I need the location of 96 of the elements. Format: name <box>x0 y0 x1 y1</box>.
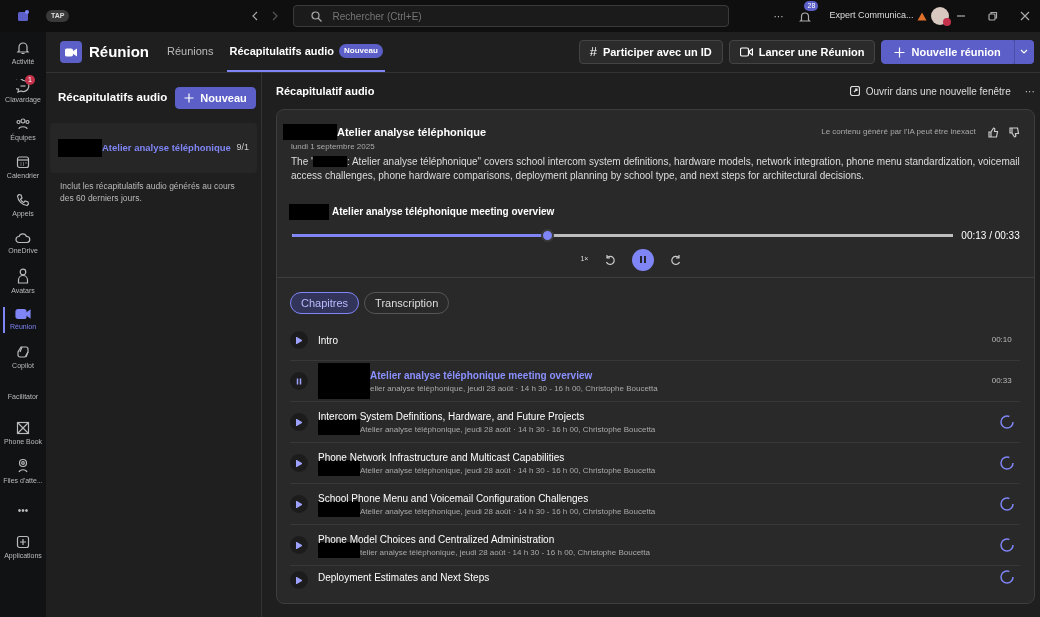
play-button[interactable] <box>290 536 308 554</box>
new-meeting-button[interactable]: Nouvelle réunion <box>881 40 1014 64</box>
chevron-down-icon <box>1019 49 1028 55</box>
retention-note: Inclut les récapitulatifs audio générés au cours des 60 derniers jours. <box>59 180 236 205</box>
pause-icon <box>296 377 302 385</box>
playback-time: 00:13 / 00:33 <box>961 228 1020 243</box>
app-title: Réunion <box>89 41 149 62</box>
play-button[interactable] <box>290 571 308 589</box>
redaction-block <box>289 203 329 220</box>
avatar[interactable] <box>930 7 949 25</box>
content-tab[interactable]: Chapitres <box>290 292 360 314</box>
people-icon <box>16 116 30 131</box>
chat-icon <box>16 78 30 93</box>
header-tab[interactable]: Récapitulatifs audio Nouveau <box>227 32 385 72</box>
bell-icon <box>16 40 30 55</box>
summary-text: access challenges, phone hardware comparisons, deployment planning by school type, and next steps for architectural decisions. <box>291 169 866 183</box>
chapter-title[interactable]: Phone Network Infrastructure and Multicast Capabilities <box>318 449 656 465</box>
chapter-title[interactable]: Phone Model Choices and Centralized Administration <box>318 531 650 547</box>
add-app-icon <box>16 534 30 549</box>
panel-title: Récapitulatifs audio <box>58 90 168 106</box>
play-button[interactable] <box>290 331 308 349</box>
video-camera-icon <box>65 47 77 57</box>
notification-bell-icon <box>799 10 812 23</box>
video-camera-icon <box>739 47 753 57</box>
chapter-title[interactable]: Intro <box>318 332 338 348</box>
recap-list-item[interactable]: Atelier analyse téléphonique 9/1 <box>50 123 257 173</box>
summary-text: : Atelier analyse téléphonique" covers school intercom system definitions, hardware models, network integration, phone menu standardization, voicemail <box>346 154 1020 169</box>
forward-button[interactable] <box>670 253 683 266</box>
queue-icon <box>16 457 30 474</box>
chapter-subtitle: Atelier analyse téléphonique, jeudi 28 août · 14 h 30 - 16 h 00, Christophe Boucetta <box>360 505 656 518</box>
thumbs-down-icon <box>1008 126 1020 138</box>
play-button[interactable] <box>290 495 308 513</box>
restore-icon <box>988 11 998 21</box>
play-icon <box>296 500 302 508</box>
hash-icon: # <box>589 42 597 62</box>
track-title: Atelier analyse téléphonique meeting overview <box>332 205 555 219</box>
chapter-duration: 00:33 <box>991 375 1012 387</box>
chapter-title[interactable]: School Phone Menu and Voicemail Configuration Challenges <box>318 490 656 506</box>
chapter-subtitle: Atelier analyse téléphonique, jeudi 28 août · 14 h 30 - 16 h 00, Christophe Boucetta <box>360 423 656 436</box>
phone-icon <box>16 192 30 207</box>
dropdown-button[interactable] <box>1013 40 1034 64</box>
chapter-subtitle: telier analyse téléphonique, jeudi 28 août · 14 h 30 - 16 h 00, Christophe Boucetta <box>360 546 650 559</box>
progress-thumb[interactable] <box>540 228 554 242</box>
play-icon <box>296 541 302 549</box>
start-meeting-button[interactable]: Lancer une Réunion <box>728 40 876 64</box>
video-camera-icon <box>15 307 31 320</box>
pause-icon <box>639 255 648 264</box>
close-icon <box>1020 11 1030 21</box>
play-icon <box>296 418 302 426</box>
redaction-block <box>312 156 347 168</box>
chapter-subtitle: elier analyse téléphonique, jeudi 28 août · 14 h 30 - 16 h 00, Christophe Boucetta <box>370 382 658 395</box>
new-badge: Nouveau <box>339 44 383 58</box>
rewind-icon <box>604 253 617 266</box>
more-apps-button[interactable]: ••• <box>0 491 46 529</box>
section-title: Récapitulatif audio <box>276 83 375 99</box>
app-logo-icon <box>16 9 30 23</box>
play-button[interactable] <box>290 413 308 431</box>
thumbs-up-icon <box>987 126 999 138</box>
play-button[interactable] <box>290 454 308 472</box>
book-icon <box>16 420 30 435</box>
chapter-subtitle: Atelier analyse téléphonique, jeudi 28 août · 14 h 30 - 16 h 00, Christophe Boucetta <box>360 464 656 477</box>
plus-icon <box>184 93 195 103</box>
chapter-title[interactable]: Intercom System Definitions, Hardware, and Future Projects <box>318 408 656 424</box>
summary-text: The ' <box>291 154 313 169</box>
fast-forward-icon <box>670 253 683 266</box>
join-with-id-button[interactable]: # Participer avec un ID <box>578 40 723 64</box>
plus-icon <box>894 46 906 58</box>
more-options-button[interactable]: ··· <box>773 8 784 24</box>
status-dot-icon <box>942 18 951 26</box>
person-icon <box>17 267 29 284</box>
chapter-duration: 00:10 <box>991 334 1012 346</box>
ai-disclaimer: Le contenu généré par l'IA peut être inexact <box>821 126 976 139</box>
chapter-title[interactable]: Atelier analyse téléphonique meeting overview <box>370 367 658 383</box>
cloud-icon <box>15 231 31 244</box>
play-icon <box>296 576 302 584</box>
more-options-button[interactable]: ··· <box>1024 83 1035 99</box>
recap-date: 9/1 <box>236 141 249 155</box>
redaction-block <box>283 124 337 141</box>
play-icon <box>296 336 302 344</box>
warning-icon <box>916 11 927 21</box>
popout-icon <box>849 86 860 96</box>
header-tab[interactable]: Réunions <box>165 32 216 72</box>
recap-heading: Atelier analyse téléphonique <box>337 125 487 140</box>
pause-button[interactable] <box>290 372 308 390</box>
search-field[interactable]: Rechercher (Ctrl+E) <box>293 5 730 27</box>
open-new-window-link[interactable]: Ouvrir dans une nouvelle fenêtre <box>849 83 1011 99</box>
recap-date: lundi 1 septembre 2025 <box>291 140 376 153</box>
calendar-icon <box>16 154 30 169</box>
chapter-title[interactable]: Deployment Estimates and Next Steps <box>318 570 490 585</box>
pause-button[interactable] <box>632 248 655 271</box>
new-recap-button[interactable]: Nouveau <box>175 87 256 109</box>
user-name[interactable]: Expert Communica... <box>829 9 914 23</box>
play-icon <box>296 459 302 467</box>
redaction-block <box>58 139 102 157</box>
recap-title: Atelier analyse téléphonique <box>102 140 231 155</box>
rewind-button[interactable] <box>604 253 617 266</box>
